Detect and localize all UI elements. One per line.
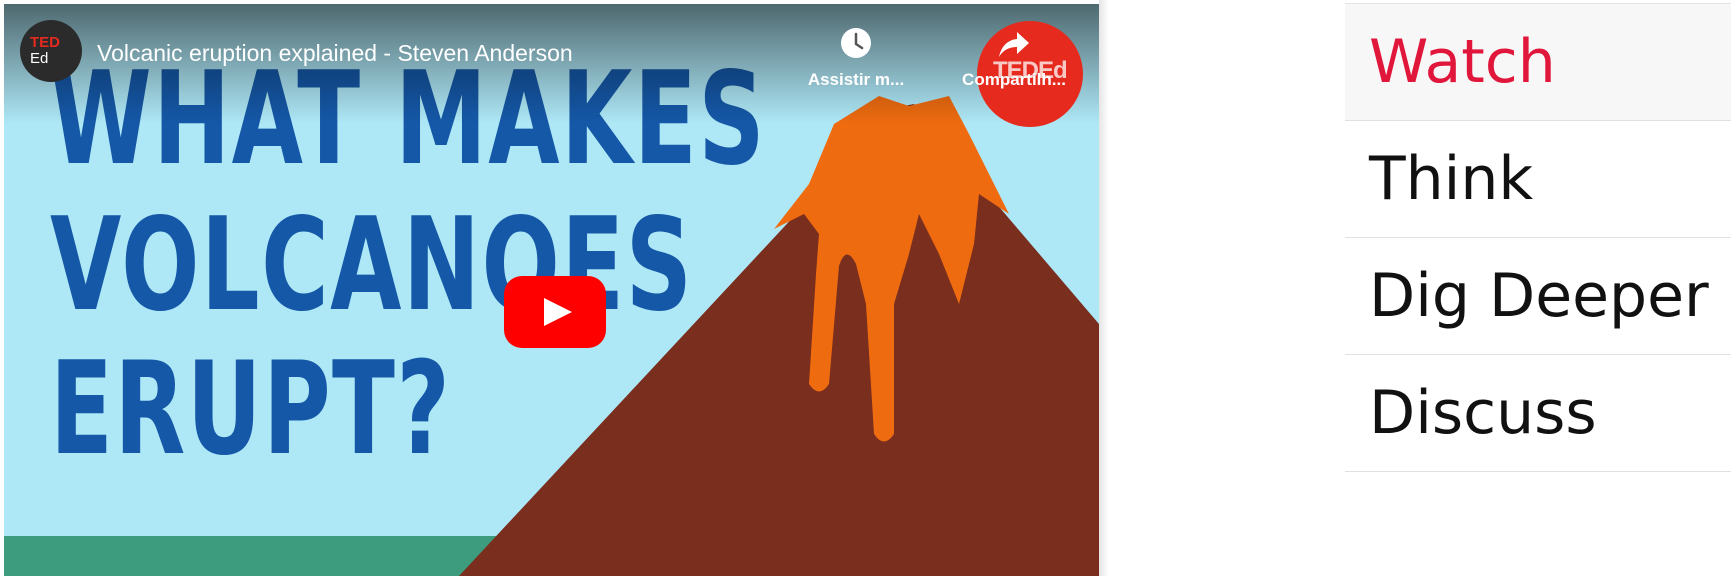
clock-icon: [841, 28, 871, 58]
watch-later-label: Assistir m...: [807, 70, 905, 89]
youtube-play-icon[interactable]: [504, 276, 606, 348]
thumbnail-headline-line3: ERUPT?: [50, 335, 452, 484]
share-label: Compartilh...: [962, 70, 1066, 89]
panel-divider: [1099, 0, 1109, 576]
share-arrow-icon: [999, 32, 1029, 57]
watch-later-button[interactable]: Assistir m...: [794, 26, 918, 90]
lesson-tabs: Watch Think Dig Deeper Discuss: [1345, 3, 1731, 472]
share-button[interactable]: Compartilh...: [944, 26, 1084, 90]
video-player[interactable]: WHAT MAKES VOLCANOES ERUPT? TED Ed Volca…: [4, 4, 1099, 576]
channel-avatar[interactable]: TED Ed: [20, 20, 82, 82]
tab-watch[interactable]: Watch: [1345, 4, 1731, 121]
avatar-ed-text: Ed: [30, 50, 49, 67]
tab-discuss[interactable]: Discuss: [1345, 355, 1731, 472]
tab-think[interactable]: Think: [1345, 121, 1731, 238]
avatar-ted-text: TED: [30, 34, 60, 51]
tab-dig-deeper[interactable]: Dig Deeper: [1345, 238, 1731, 355]
video-title[interactable]: Volcanic eruption explained - Steven And…: [97, 40, 573, 67]
